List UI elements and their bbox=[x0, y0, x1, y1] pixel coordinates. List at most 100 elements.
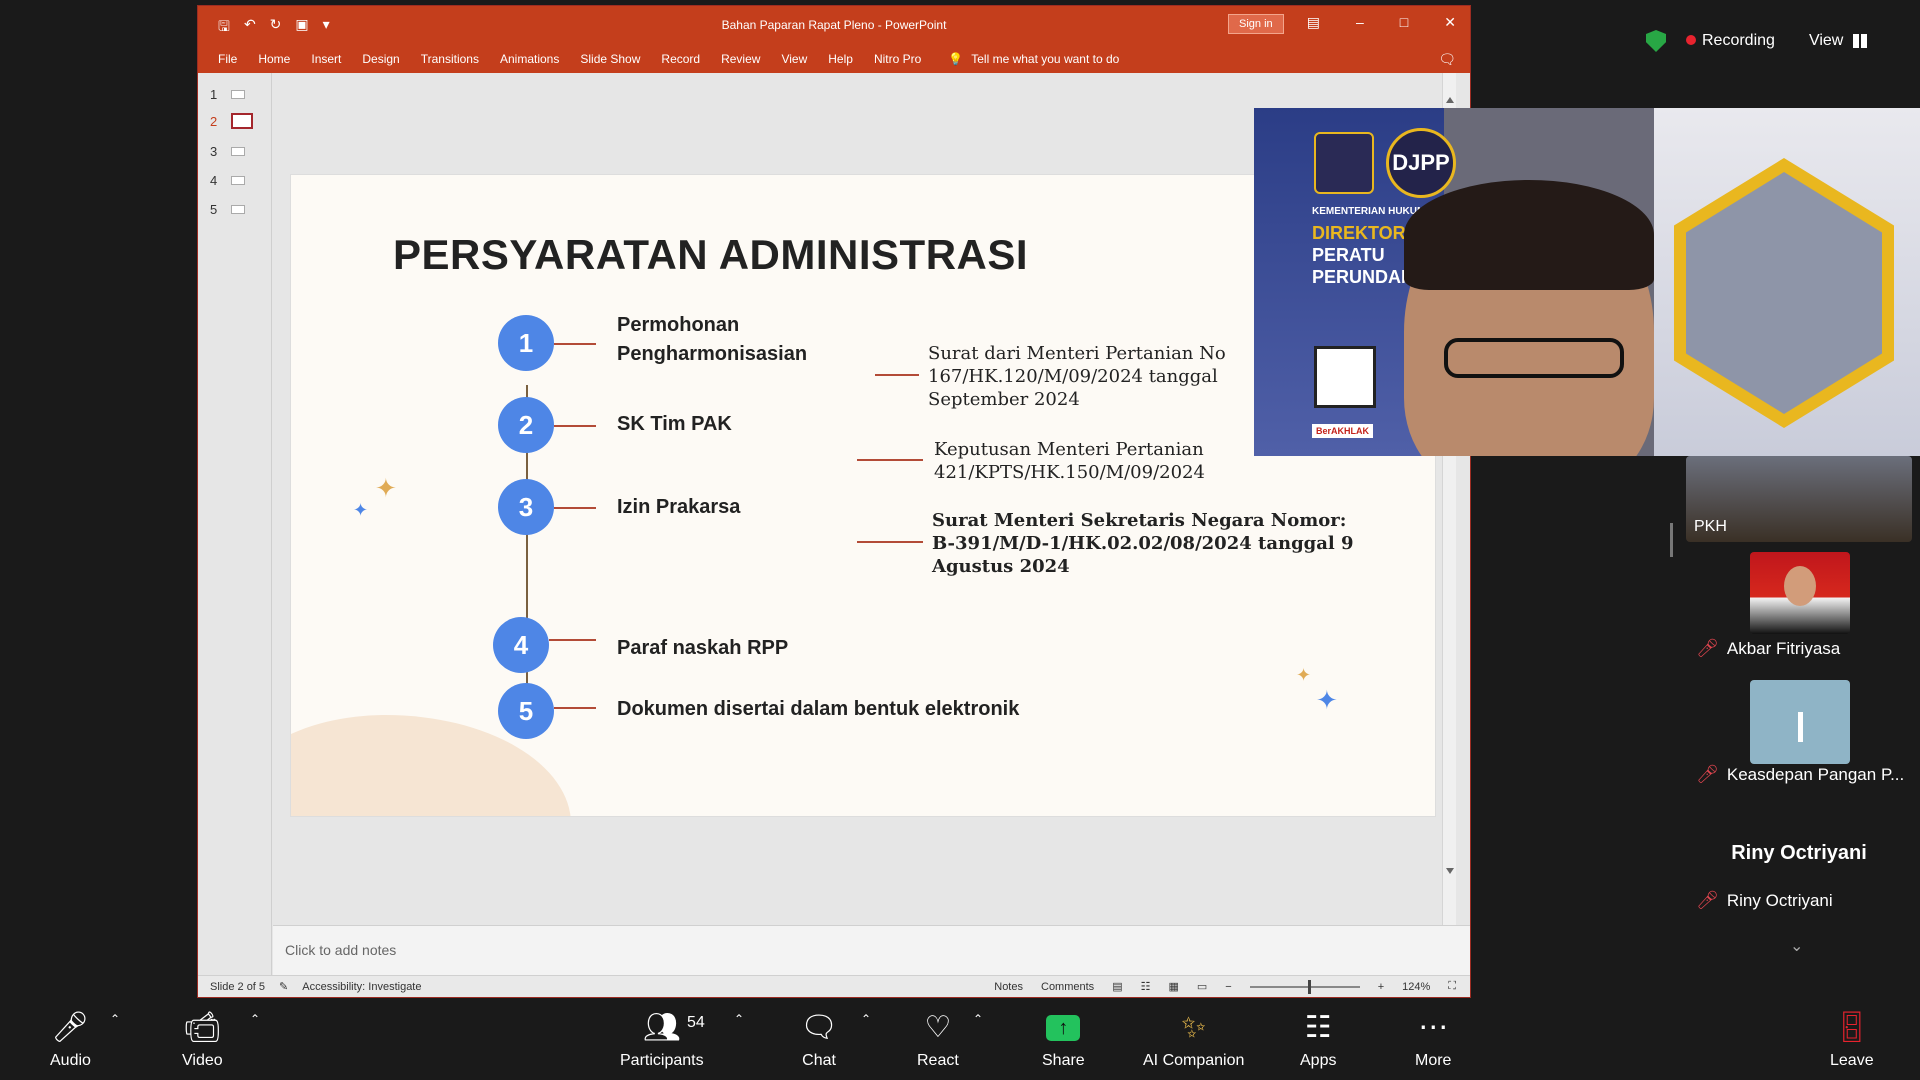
recording-indicator[interactable]: Recording bbox=[1686, 32, 1775, 50]
participant-tile-riny[interactable]: 🎤︎ Riny Octriyani bbox=[1686, 890, 1912, 911]
mic-muted-icon: 🎤︎ bbox=[1696, 764, 1719, 784]
participant-head bbox=[1784, 566, 1816, 606]
tell-me-label: Tell me what you want to do bbox=[971, 51, 1120, 66]
tell-me-search[interactable]: 💡 Tell me what you want to do bbox=[948, 52, 1119, 66]
more-button[interactable]: ⋯ More bbox=[1415, 1010, 1451, 1070]
share-label: Share bbox=[1042, 1052, 1085, 1069]
ai-companion-label: AI Companion bbox=[1143, 1052, 1245, 1069]
lightbulb-icon: 💡 bbox=[948, 51, 964, 66]
participant-tile-keasdepan[interactable]: 🎤︎ Keasdepan Pangan P... bbox=[1686, 764, 1912, 785]
sorter-view-icon[interactable]: ☷ bbox=[1141, 980, 1151, 993]
zoom-slider[interactable] bbox=[1249, 979, 1360, 994]
thumbnail-number: 5 bbox=[210, 202, 218, 217]
chat-button[interactable]: 🗨︎ Chat bbox=[800, 1010, 838, 1070]
video-label: Video bbox=[182, 1052, 223, 1069]
zoom-in-icon[interactable]: + bbox=[1378, 981, 1384, 993]
zoom-out-icon[interactable]: − bbox=[1225, 981, 1231, 993]
connector-line bbox=[554, 507, 596, 509]
tab-transitions[interactable]: Transitions bbox=[421, 52, 479, 66]
notes-pane[interactable]: Click to add notes bbox=[273, 925, 1470, 975]
participant-video-keasdepan[interactable] bbox=[1750, 680, 1850, 764]
react-options-caret[interactable]: ⌃ bbox=[973, 1012, 983, 1026]
connector-line bbox=[857, 541, 923, 543]
step-5-badge: 5 bbox=[498, 683, 554, 739]
close-icon[interactable]: ✕ bbox=[1444, 14, 1456, 31]
meeting-top-right: Recording View bbox=[1646, 30, 1868, 52]
ai-companion-button[interactable]: ✨︎ AI Companion bbox=[1143, 1010, 1244, 1070]
connector-line bbox=[875, 374, 919, 376]
maximize-icon[interactable]: □ bbox=[1400, 14, 1408, 31]
participants-options-caret[interactable]: ⌃ bbox=[734, 1012, 744, 1026]
video-button[interactable]: 📹︎ Video bbox=[182, 1010, 223, 1070]
audio-button[interactable]: 🎤︎ Audio bbox=[50, 1010, 91, 1070]
participant-video-akbar[interactable] bbox=[1750, 552, 1850, 634]
sign-in-button[interactable]: Sign in bbox=[1228, 14, 1284, 34]
tab-nitro-pro[interactable]: Nitro Pro bbox=[874, 52, 921, 66]
accessibility-status[interactable]: Accessibility: Investigate bbox=[302, 981, 421, 993]
tab-slide-show[interactable]: Slide Show bbox=[580, 52, 640, 66]
fit-slide-icon[interactable]: ⛶ bbox=[1448, 980, 1456, 993]
ministry-label: KEMENTERIAN HUKUM bbox=[1312, 206, 1426, 217]
thumbnail-1[interactable]: 1 bbox=[210, 87, 246, 102]
panel-resize-handle[interactable] bbox=[1670, 523, 1673, 557]
zoom-level[interactable]: 124% bbox=[1402, 981, 1430, 993]
scroll-up-icon[interactable] bbox=[1446, 95, 1454, 103]
slideshow-view-icon[interactable]: ▭ bbox=[1197, 980, 1207, 993]
comments-icon[interactable]: 🗨 bbox=[1438, 51, 1456, 68]
thumbnail-preview bbox=[231, 205, 246, 214]
tab-design[interactable]: Design bbox=[362, 52, 399, 66]
connector-line bbox=[554, 425, 596, 427]
active-speaker-video[interactable]: DJPP KEMENTERIAN HUKUM DIREKTORA PERATU … bbox=[1254, 108, 1920, 456]
participant-tile-akbar[interactable]: 🎤︎ Akbar Fitriyasa bbox=[1686, 638, 1912, 659]
scroll-down-icon[interactable] bbox=[1446, 868, 1454, 876]
notes-toggle[interactable]: Notes bbox=[994, 981, 1023, 993]
audio-options-caret[interactable]: ⌃ bbox=[110, 1012, 120, 1026]
thumbnail-2[interactable]: 2 bbox=[210, 113, 254, 129]
sparkle-icon: ✦ bbox=[353, 500, 369, 520]
participant-tile-pkh[interactable]: PKH bbox=[1686, 456, 1912, 542]
tab-home[interactable]: Home bbox=[258, 52, 290, 66]
thumbnail-number: 2 bbox=[210, 113, 218, 129]
step-3-description: Surat Menteri Sekretaris Negara Nomor: B… bbox=[932, 510, 1354, 577]
leave-button[interactable]: 🚪︎ Leave bbox=[1830, 1010, 1874, 1070]
chat-options-caret[interactable]: ⌃ bbox=[861, 1012, 871, 1026]
thumbnail-5[interactable]: 5 bbox=[210, 202, 246, 217]
avatar-placeholder bbox=[1798, 712, 1803, 742]
react-button[interactable]: ♡ React bbox=[917, 1010, 959, 1070]
chevron-down-icon[interactable]: ⌄ bbox=[1790, 936, 1803, 956]
mic-muted-icon: 🎤︎ bbox=[1696, 638, 1719, 658]
more-label: More bbox=[1415, 1052, 1452, 1069]
sparkle-icon: ✨︎ bbox=[1181, 1011, 1207, 1044]
participant-name: Akbar Fitriyasa bbox=[1726, 638, 1841, 658]
tab-review[interactable]: Review bbox=[721, 52, 760, 66]
qr-code bbox=[1314, 346, 1376, 408]
ministry-logo bbox=[1314, 132, 1374, 194]
sparkle-icon: ✦ bbox=[375, 473, 397, 503]
minimize-icon[interactable]: – bbox=[1356, 14, 1364, 31]
slide-counter: Slide 2 of 5 bbox=[210, 980, 266, 993]
share-button[interactable]: ↑ Share bbox=[1042, 1010, 1085, 1070]
tab-animations[interactable]: Animations bbox=[500, 52, 559, 66]
tab-record[interactable]: Record bbox=[661, 52, 700, 66]
normal-view-icon[interactable]: ▤ bbox=[1112, 980, 1122, 993]
tab-help[interactable]: Help bbox=[828, 52, 853, 66]
sparkle-icon: ✦ bbox=[1296, 665, 1312, 685]
tab-view[interactable]: View bbox=[781, 52, 807, 66]
thumbnail-3[interactable]: 3 bbox=[210, 144, 246, 159]
comments-toggle[interactable]: Comments bbox=[1041, 981, 1094, 993]
spelling-icon[interactable]: ✎ bbox=[279, 980, 288, 993]
tab-file[interactable]: File bbox=[218, 52, 237, 66]
encryption-shield-icon[interactable] bbox=[1646, 30, 1666, 52]
apps-button[interactable]: ☷ Apps bbox=[1300, 1010, 1336, 1070]
chat-label: Chat bbox=[802, 1052, 836, 1069]
ribbon-display-icon[interactable]: ▤ bbox=[1307, 14, 1320, 31]
tab-insert[interactable]: Insert bbox=[311, 52, 341, 66]
step-2-label: SK Tim PAK bbox=[617, 413, 732, 435]
view-button[interactable]: View bbox=[1809, 32, 1868, 50]
thumbnail-4[interactable]: 4 bbox=[210, 173, 246, 188]
reading-view-icon[interactable]: ▦ bbox=[1168, 980, 1178, 993]
video-options-caret[interactable]: ⌃ bbox=[250, 1012, 260, 1026]
slide-thumbnails: 1 2 3 4 5 bbox=[198, 73, 272, 975]
record-dot-icon bbox=[1686, 35, 1696, 45]
mic-muted-icon: 🎤︎ bbox=[1696, 890, 1719, 910]
